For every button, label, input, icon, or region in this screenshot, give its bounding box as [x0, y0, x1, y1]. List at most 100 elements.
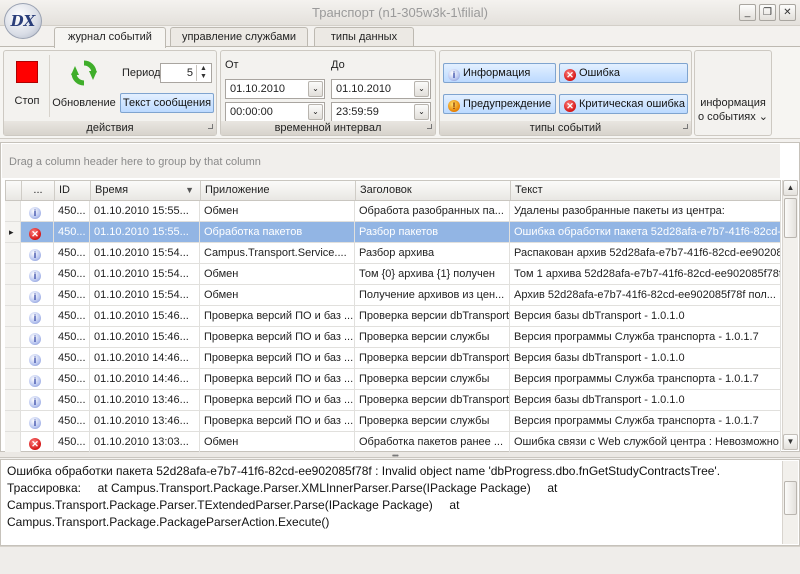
table-row[interactable]: i 450... 01.10.2010 13:46... Проверка верси…: [5, 411, 781, 432]
row-type-icon-cell[interactable]: i: [21, 369, 54, 389]
tab-service-management[interactable]: управление службами: [170, 27, 308, 47]
cell-app[interactable]: Обмен: [200, 432, 355, 452]
row-indicator[interactable]: [5, 306, 21, 326]
cell-id[interactable]: 450...: [54, 222, 90, 242]
cell-title[interactable]: Проверка версии службы: [355, 411, 510, 431]
table-row[interactable]: i 450... 01.10.2010 15:46... Проверка верси…: [5, 327, 781, 348]
cell-app[interactable]: Проверка версий ПО и баз ...: [200, 390, 355, 410]
row-type-icon-cell[interactable]: i: [21, 390, 54, 410]
cell-text[interactable]: Архив 52d28afa-e7b7-41f6-82cd-ee902085f7…: [510, 285, 781, 305]
critical-filter-button[interactable]: ✕ Критическая ошибка: [559, 94, 688, 114]
message-text-button[interactable]: Текст сообщения: [120, 93, 214, 113]
event-detail-panel[interactable]: Ошибка обработки пакета 52d28afa-e7b7-41…: [0, 459, 800, 546]
cell-title[interactable]: Обработка пакетов ранее ...: [355, 432, 510, 452]
row-indicator[interactable]: [5, 390, 21, 410]
cell-app[interactable]: Проверка версий ПО и баз ...: [200, 369, 355, 389]
from-time-field[interactable]: 00:00:00 ⌄: [225, 102, 325, 122]
row-type-icon-cell[interactable]: ✕: [21, 432, 54, 452]
refresh-button[interactable]: Обновление: [52, 55, 116, 113]
cell-text[interactable]: Ошибка обработки пакета 52d28afa-e7b7-41…: [510, 222, 781, 242]
expand-corner-icon[interactable]: [683, 124, 688, 129]
cell-app[interactable]: Обработка пакетов: [200, 222, 355, 242]
cell-time[interactable]: 01.10.2010 13:46...: [90, 390, 200, 410]
row-type-icon-cell[interactable]: i: [21, 411, 54, 431]
header-application[interactable]: Приложение: [201, 181, 356, 200]
app-logo[interactable]: DX: [4, 3, 42, 39]
cell-text[interactable]: Распакован архив 52d28afa-e7b7-41f6-82cd…: [510, 243, 781, 263]
cell-id[interactable]: 450...: [54, 411, 90, 431]
cell-text[interactable]: Версия базы dbTransport - 1.0.1.0: [510, 348, 781, 368]
cell-app[interactable]: Проверка версий ПО и баз ...: [200, 327, 355, 347]
cell-title[interactable]: Разбор архива: [355, 243, 510, 263]
chevron-down-icon[interactable]: ⌄: [308, 81, 323, 97]
cell-title[interactable]: Проверка версии службы: [355, 327, 510, 347]
table-row[interactable]: i 450... 01.10.2010 15:54... Campus.Transpo…: [5, 243, 781, 264]
row-type-icon-cell[interactable]: i: [21, 243, 54, 263]
cell-app[interactable]: Обмен: [200, 201, 355, 221]
cell-time[interactable]: 01.10.2010 13:46...: [90, 411, 200, 431]
expand-corner-icon[interactable]: [208, 124, 213, 129]
cell-time[interactable]: 01.10.2010 14:46...: [90, 369, 200, 389]
row-type-icon-cell[interactable]: i: [21, 306, 54, 326]
chevron-down-icon[interactable]: ⌄: [414, 81, 429, 97]
scroll-thumb[interactable]: [784, 198, 797, 238]
row-type-icon-cell[interactable]: i: [21, 285, 54, 305]
cell-text[interactable]: Версия базы dbTransport - 1.0.1.0: [510, 390, 781, 410]
chevron-down-icon[interactable]: ⌄: [308, 104, 323, 120]
table-row[interactable]: i 450... 01.10.2010 15:46... Проверка верси…: [5, 306, 781, 327]
cell-time[interactable]: 01.10.2010 15:55...: [90, 222, 200, 242]
cell-app[interactable]: Проверка версий ПО и баз ...: [200, 306, 355, 326]
row-indicator[interactable]: [5, 243, 21, 263]
row-indicator[interactable]: [5, 348, 21, 368]
cell-time[interactable]: 01.10.2010 15:46...: [90, 306, 200, 326]
cell-title[interactable]: Обработа разобранных па...: [355, 201, 510, 221]
period-spinner[interactable]: 5 ▲ ▼: [160, 63, 212, 83]
spinner-arrows-icon[interactable]: ▲ ▼: [196, 65, 210, 81]
cell-time[interactable]: 01.10.2010 15:46...: [90, 327, 200, 347]
restore-button[interactable]: ❐: [759, 4, 776, 21]
cell-app[interactable]: Campus.Transport.Service....: [200, 243, 355, 263]
error-filter-button[interactable]: ✕ Ошибка: [559, 63, 688, 83]
cell-time[interactable]: 01.10.2010 13:03...: [90, 432, 200, 452]
cell-id[interactable]: 450...: [54, 327, 90, 347]
row-indicator[interactable]: [5, 327, 21, 347]
table-row[interactable]: ▸ ✕ 450... 01.10.2010 15:55... Обработка пак…: [5, 222, 781, 243]
cell-text[interactable]: Ошибка связи с Web службой центра : Нево…: [510, 432, 781, 452]
header-id[interactable]: ID: [55, 181, 91, 200]
table-row[interactable]: i 450... 01.10.2010 15:54... Обмен Получение…: [5, 285, 781, 306]
cell-id[interactable]: 450...: [54, 369, 90, 389]
cell-time[interactable]: 01.10.2010 15:54...: [90, 243, 200, 263]
row-type-icon-cell[interactable]: ✕: [21, 222, 54, 242]
warning-filter-button[interactable]: ! Предупреждение: [443, 94, 556, 114]
table-row[interactable]: ✕ 450... 01.10.2010 13:03... Обмен Обработка…: [5, 432, 781, 453]
header-icon-column[interactable]: ...: [22, 181, 55, 200]
cell-text[interactable]: Версия программы Служба транспорта - 1.0…: [510, 411, 781, 431]
row-type-icon-cell[interactable]: i: [21, 264, 54, 284]
grid-vertical-scrollbar[interactable]: ▲ ▼: [782, 180, 798, 450]
table-row[interactable]: i 450... 01.10.2010 13:46... Проверка верси…: [5, 390, 781, 411]
cell-time[interactable]: 01.10.2010 15:54...: [90, 285, 200, 305]
from-date-field[interactable]: 01.10.2010 ⌄: [225, 79, 325, 99]
table-row[interactable]: i 450... 01.10.2010 14:46... Проверка верси…: [5, 348, 781, 369]
cell-id[interactable]: 450...: [54, 348, 90, 368]
tab-data-types[interactable]: типы данных: [314, 27, 414, 47]
cell-title[interactable]: Проверка версии dbTransport: [355, 306, 510, 326]
row-indicator[interactable]: [5, 432, 21, 452]
header-title[interactable]: Заголовок: [356, 181, 511, 200]
event-info-button[interactable]: информация о событиях ⌄: [694, 50, 772, 136]
header-text[interactable]: Текст: [511, 181, 782, 200]
row-indicator[interactable]: [5, 201, 21, 221]
chevron-down-icon[interactable]: ⌄: [414, 104, 429, 120]
cell-title[interactable]: Проверка версии dbTransport: [355, 348, 510, 368]
row-type-icon-cell[interactable]: i: [21, 327, 54, 347]
splitter[interactable]: ••••: [0, 452, 800, 460]
cell-id[interactable]: 450...: [54, 243, 90, 263]
detail-vertical-scrollbar[interactable]: [782, 461, 798, 544]
minimize-button[interactable]: _: [739, 4, 756, 21]
cell-app[interactable]: Проверка версий ПО и баз ...: [200, 411, 355, 431]
scroll-up-icon[interactable]: ▲: [783, 180, 798, 196]
cell-id[interactable]: 450...: [54, 285, 90, 305]
cell-title[interactable]: Том {0} архива {1} получен: [355, 264, 510, 284]
row-type-icon-cell[interactable]: i: [21, 201, 54, 221]
cell-id[interactable]: 450...: [54, 432, 90, 452]
